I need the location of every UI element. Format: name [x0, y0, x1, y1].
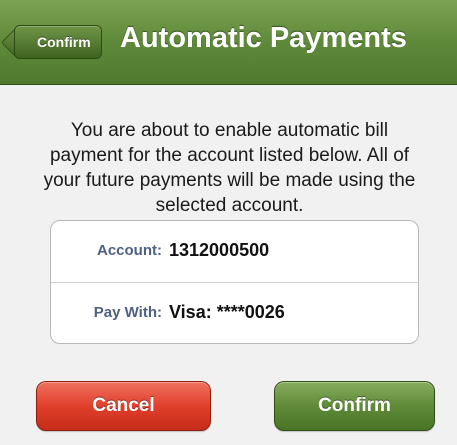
payment-details-card: Account: 1312000500 Pay With: Visa: ****…	[50, 220, 419, 344]
account-value: 1312000500	[169, 240, 270, 260]
page-title: Automatic Payments	[120, 22, 407, 54]
confirm-button[interactable]: Confirm	[274, 381, 435, 431]
account-label: Account:	[97, 242, 162, 259]
back-button[interactable]: Confirm	[14, 25, 102, 59]
navigation-bar: Confirm Automatic Payments	[0, 0, 457, 85]
automatic-payments-screen: Confirm Automatic Payments You are about…	[0, 0, 457, 445]
confirmation-message: You are about to enable automatic bill p…	[43, 120, 416, 216]
pay-with-label: Pay With:	[93, 304, 162, 321]
account-row: Account: 1312000500	[51, 221, 418, 283]
cancel-button[interactable]: Cancel	[36, 381, 211, 431]
pay-with-row: Pay With: Visa: ****0026	[51, 283, 418, 343]
pay-with-value: Visa: ****0026	[169, 302, 285, 322]
